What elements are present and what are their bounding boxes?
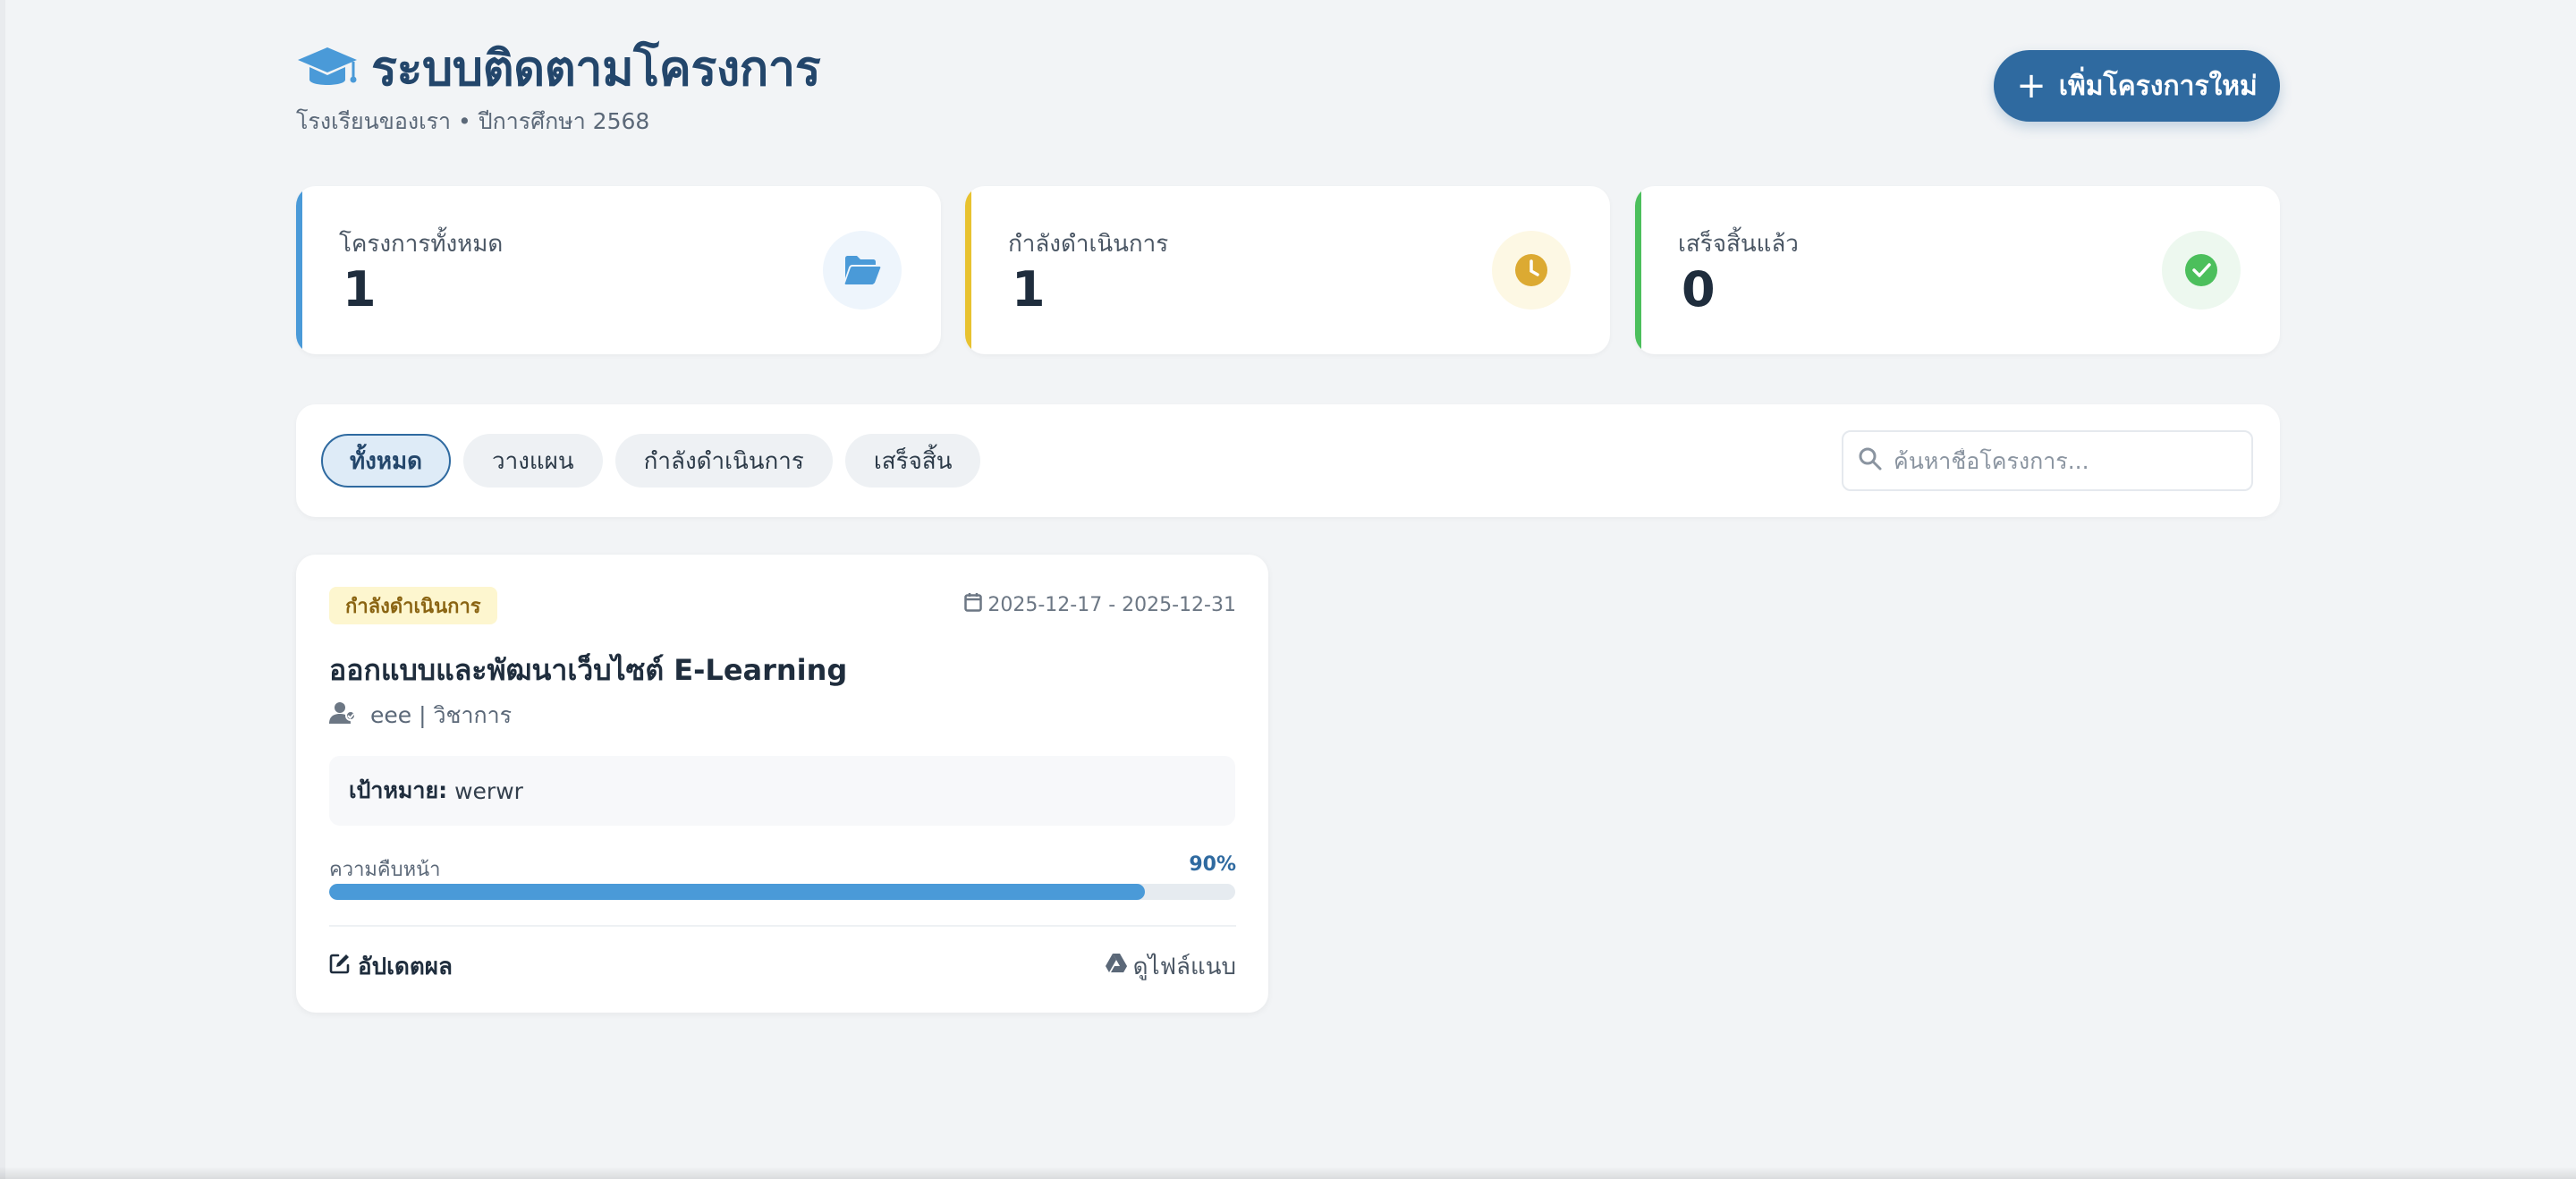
search-icon bbox=[1858, 446, 1883, 475]
attachments-label: ดูไฟล์แนบ bbox=[1132, 954, 1236, 980]
progress-bar bbox=[329, 884, 1235, 900]
search-box bbox=[1842, 430, 2253, 491]
add-project-label: เพิ่มโครงการใหม่ bbox=[2058, 70, 2258, 102]
graduation-cap-icon bbox=[296, 40, 359, 98]
project-date-range: 2025-12-17 - 2025-12-31 bbox=[964, 592, 1236, 617]
status-badge: กำลังดำเนินการ bbox=[329, 587, 497, 624]
page-container: ระบบติดตามโครงการ โรงเรียนของเรา • ปีการ… bbox=[296, 0, 2280, 1013]
card-divider bbox=[329, 925, 1236, 927]
stat-label: โครงการทั้งหมด bbox=[339, 231, 504, 258]
tab-completed[interactable]: เสร็จสิ้น bbox=[844, 434, 981, 488]
google-drive-icon bbox=[1105, 953, 1133, 980]
view-attachments-link[interactable]: ดูไฟล์แนบ bbox=[1105, 948, 1236, 985]
filter-bar: ทั้งหมด วางแผน กำลังดำเนินการ เสร็จสิ้น bbox=[296, 404, 2280, 517]
stat-card-completed: เสร็จสิ้นแล้ว 0 bbox=[1635, 186, 2280, 354]
goal-text: werwr bbox=[454, 777, 523, 804]
tab-planning[interactable]: วางแผน bbox=[463, 434, 603, 488]
date-range-text: 2025-12-17 - 2025-12-31 bbox=[987, 593, 1236, 616]
goal-label: เป้าหมาย: bbox=[349, 777, 448, 803]
status-filter-tabs: ทั้งหมด วางแผน กำลังดำเนินการ เสร็จสิ้น bbox=[321, 434, 981, 488]
progress-percent: 90% bbox=[1189, 853, 1236, 876]
stat-value: 0 bbox=[1682, 261, 1716, 318]
update-button[interactable]: อัปเดตผล bbox=[329, 948, 453, 985]
calendar-icon bbox=[964, 592, 987, 617]
progress-label: ความคืบหน้า bbox=[329, 859, 441, 881]
project-owner: eee | วิชาการ bbox=[329, 698, 512, 734]
stat-value: 1 bbox=[343, 261, 377, 318]
clock-icon bbox=[1492, 231, 1571, 310]
folder-open-icon bbox=[823, 231, 902, 310]
edit-icon bbox=[329, 953, 358, 980]
stat-accent-bar bbox=[296, 186, 302, 354]
stat-accent-bar bbox=[1635, 186, 1641, 354]
tab-in-progress[interactable]: กำลังดำเนินการ bbox=[614, 434, 833, 488]
owner-text: eee | วิชาการ bbox=[370, 702, 513, 728]
stat-label: กำลังดำเนินการ bbox=[1008, 231, 1169, 258]
tab-all[interactable]: ทั้งหมด bbox=[321, 434, 451, 488]
user-group-icon bbox=[329, 701, 370, 730]
stat-accent-bar bbox=[965, 186, 971, 354]
page-title: ระบบติดตามโครงการ bbox=[371, 40, 821, 97]
page-header: ระบบติดตามโครงการ โรงเรียนของเรา • ปีการ… bbox=[296, 0, 2280, 184]
stat-card-in-progress: กำลังดำเนินการ 1 bbox=[965, 186, 1610, 354]
stats-row: โครงการทั้งหมด 1 กำลังดำเนินการ 1 เสร็จส… bbox=[296, 186, 2280, 354]
search-input[interactable] bbox=[1894, 447, 2251, 474]
add-project-button[interactable]: + เพิ่มโครงการใหม่ bbox=[1994, 50, 2280, 122]
plus-icon: + bbox=[2016, 65, 2046, 106]
page-subtitle: โรงเรียนของเรา • ปีการศึกษา 2568 bbox=[296, 108, 650, 134]
stat-label: เสร็จสิ้นแล้ว bbox=[1678, 231, 1799, 258]
title-row: ระบบติดตามโครงการ bbox=[296, 36, 821, 102]
project-title: ออกแบบและพัฒนาเว็บไซต์ E-Learning bbox=[329, 653, 848, 687]
stat-card-total: โครงการทั้งหมด 1 bbox=[296, 186, 941, 354]
check-circle-icon bbox=[2162, 231, 2241, 310]
goal-box: เป้าหมาย: werwr bbox=[329, 756, 1235, 826]
project-card: กำลังดำเนินการ 2025-12-17 - 2025-12-31 อ… bbox=[296, 555, 1268, 1013]
update-label: อัปเดตผล bbox=[358, 954, 453, 980]
progress-fill bbox=[329, 884, 1145, 900]
stat-value: 1 bbox=[1012, 261, 1046, 318]
window-edge bbox=[0, 0, 5, 1179]
bottom-shadow bbox=[0, 1166, 2576, 1179]
